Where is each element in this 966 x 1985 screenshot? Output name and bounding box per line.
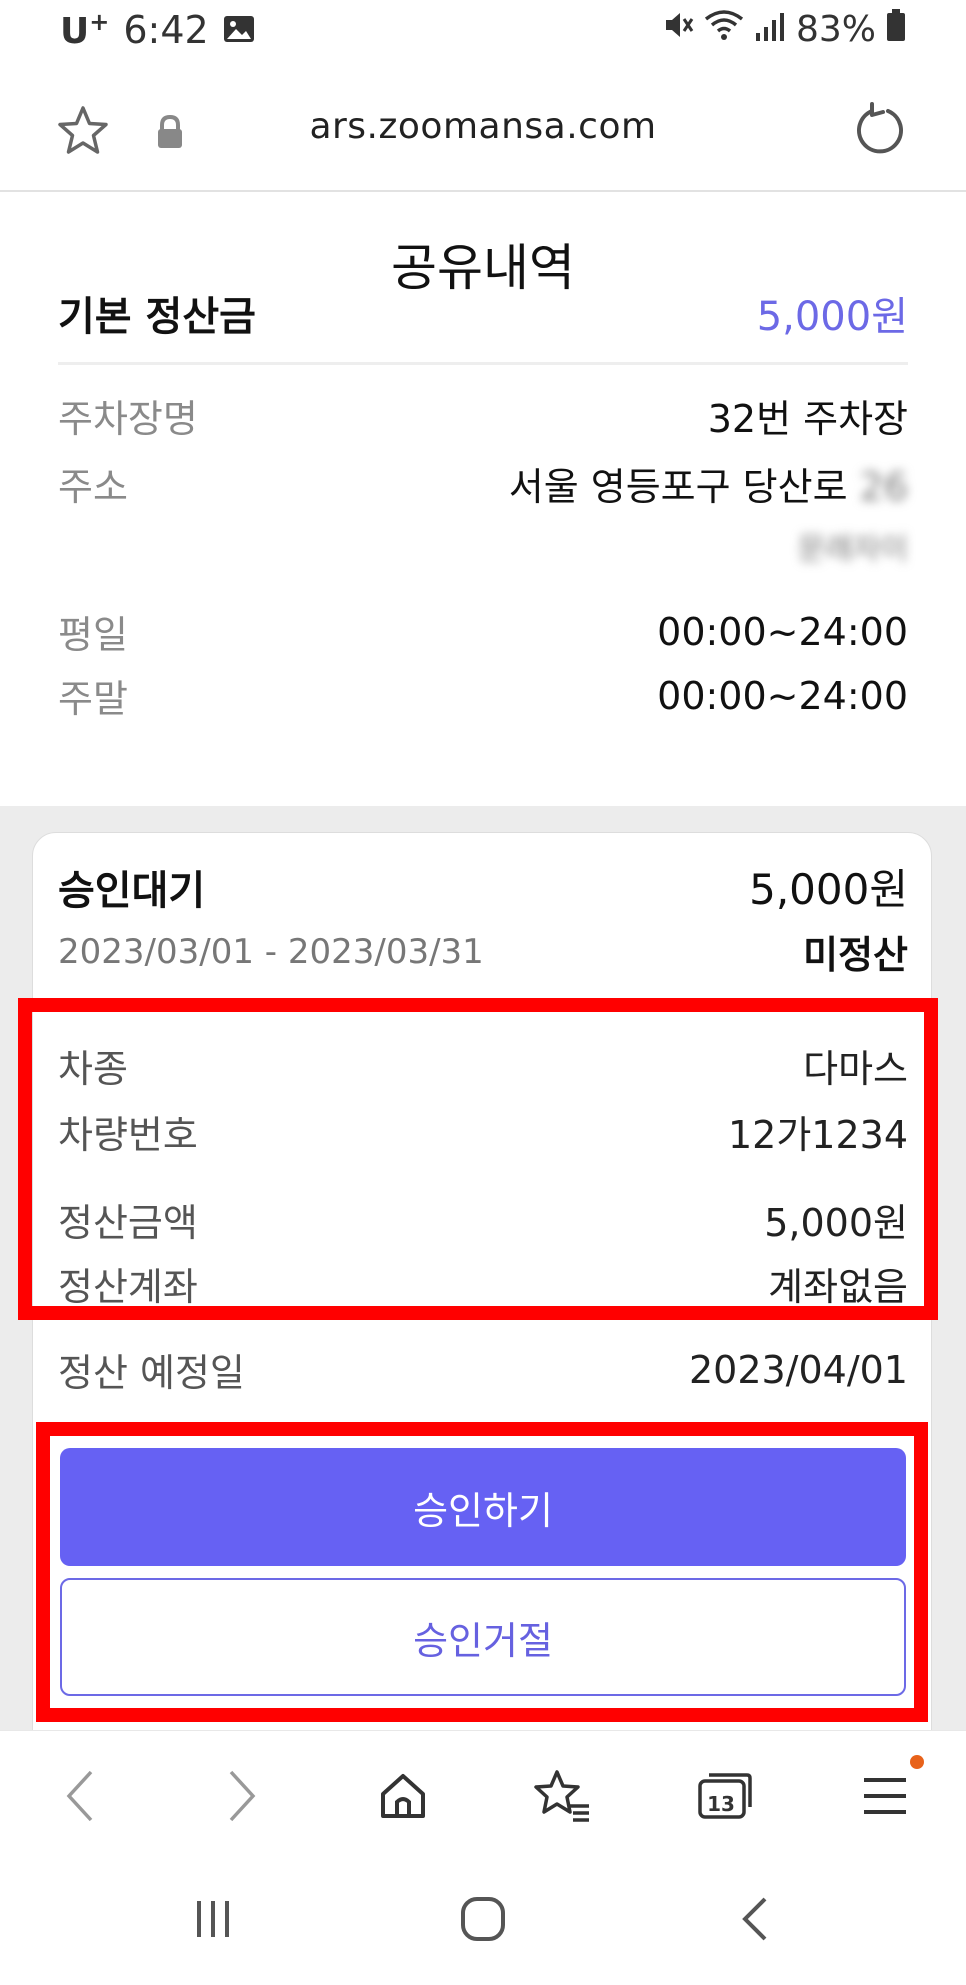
basic-fee-value: 5,000원	[756, 294, 908, 340]
basic-fee-label: 기본 정산금	[58, 294, 256, 340]
address-value: 서울 영등포구 당산로 26	[508, 465, 908, 509]
recent-apps-icon[interactable]	[178, 1884, 248, 1954]
lot-name-label: 주차장명	[58, 397, 198, 441]
address-detail-blurred: 문래자이	[797, 532, 908, 567]
battery-percent: 83%	[795, 9, 876, 50]
weekday-label: 평일	[58, 613, 128, 657]
settle-account-label: 정산계좌	[58, 1265, 198, 1309]
system-home-icon[interactable]	[448, 1884, 518, 1954]
system-nav-bar	[0, 1860, 966, 1985]
tabs-icon[interactable]: 13	[690, 1761, 760, 1831]
settlement-state: 미정산	[803, 933, 908, 977]
plate-label: 차량번호	[58, 1113, 198, 1157]
reload-icon[interactable]	[852, 102, 908, 158]
settle-date-label: 정산 예정일	[58, 1351, 245, 1395]
url-text[interactable]: ars.zoomansa.com	[0, 106, 966, 147]
reject-button[interactable]: 승인거절	[60, 1578, 906, 1696]
browser-url-bar: ars.zoomansa.com	[0, 66, 966, 192]
weekend-value: 00:00~24:00	[657, 673, 908, 718]
weekday-row: 평일 00:00~24:00	[58, 604, 908, 659]
plate-row: 차량번호 12가1234	[58, 1104, 908, 1159]
plate-value: 12가1234	[727, 1113, 908, 1157]
settle-date-row: 정산 예정일 2023/04/01	[58, 1342, 908, 1397]
weekday-value: 00:00~24:00	[657, 609, 908, 654]
status-bar-left: U+ 6:42	[60, 8, 255, 52]
car-model-value: 다마스	[803, 1047, 908, 1091]
weekend-row: 주말 00:00~24:00	[58, 668, 908, 723]
address-label: 주소	[58, 465, 128, 509]
notification-dot	[910, 1755, 924, 1769]
card-status: 승인대기	[58, 867, 206, 914]
divider	[58, 362, 908, 365]
basic-fee-row: 기본 정산금 5,000원	[58, 284, 908, 342]
browser-bottom-bar: 13	[0, 1730, 966, 1860]
lot-name-value: 32번 주차장	[707, 397, 908, 441]
address-row: 주소 서울 영등포구 당산로 26	[58, 456, 908, 511]
lot-name-row: 주차장명 32번 주차장	[58, 388, 908, 443]
home-icon[interactable]	[368, 1761, 438, 1831]
car-model-row: 차종 다마스	[58, 1038, 908, 1093]
clock: 6:42	[123, 8, 209, 52]
settle-date-value: 2023/04/01	[688, 1347, 908, 1392]
signal-icon	[754, 9, 786, 50]
settle-amount-value: 5,000원	[764, 1201, 908, 1245]
card-header-row: 승인대기 5,000원	[58, 856, 908, 917]
tab-count: 13	[707, 1792, 735, 1816]
address-detail-row: 문래자이	[58, 524, 908, 568]
card-amount: 5,000원	[749, 865, 908, 914]
status-bar: U+ 6:42 83%	[0, 0, 966, 66]
page-content: 공유내역 기본 정산금 5,000원 주차장명 32번 주차장 주소 서울 영등…	[0, 192, 966, 1730]
approve-button[interactable]: 승인하기	[60, 1448, 906, 1566]
carrier-label: U+	[60, 8, 110, 52]
card-period-row: 2023/03/01 - 2023/03/31 미정산	[58, 924, 908, 979]
forward-icon[interactable]	[208, 1761, 278, 1831]
card-period: 2023/03/01 - 2023/03/31	[58, 931, 484, 972]
settle-amount-label: 정산금액	[58, 1201, 198, 1245]
back-icon[interactable]	[44, 1761, 114, 1831]
menu-icon[interactable]	[850, 1761, 920, 1831]
system-back-icon[interactable]	[720, 1884, 790, 1954]
battery-icon	[886, 9, 906, 50]
status-bar-right: 83%	[660, 8, 906, 51]
bookmarks-icon[interactable]	[528, 1761, 598, 1831]
settle-account-row: 정산계좌 계좌없음	[58, 1256, 908, 1311]
image-icon	[223, 8, 255, 52]
address-number-blurred: 26	[859, 465, 908, 509]
settle-amount-row: 정산금액 5,000원	[58, 1192, 908, 1247]
weekend-label: 주말	[58, 677, 128, 721]
mute-icon	[660, 8, 694, 51]
settle-account-value: 계좌없음	[768, 1265, 908, 1309]
car-model-label: 차종	[58, 1047, 128, 1091]
wifi-icon	[704, 9, 744, 50]
